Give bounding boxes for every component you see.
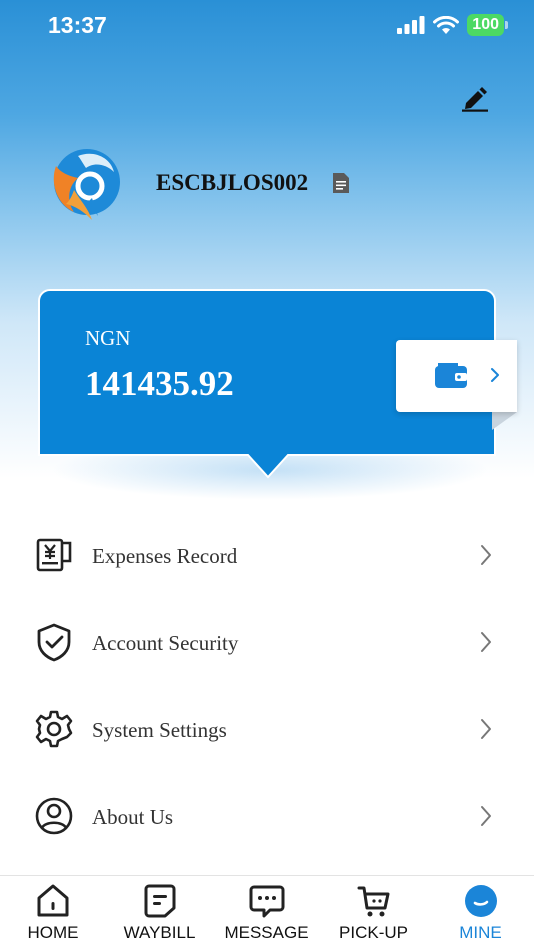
gear-icon: [35, 710, 73, 748]
tab-waybill[interactable]: WAYBILL: [106, 876, 213, 950]
chevron-right-icon: [491, 368, 499, 382]
tab-label-home: HOME: [27, 923, 79, 942]
company-logo-icon: [53, 149, 120, 220]
balance-amount: 141435.92: [85, 364, 234, 403]
menu-label-about-us: About Us: [92, 805, 174, 829]
battery-tip: [505, 21, 508, 29]
pencil-icon: [462, 87, 488, 112]
menu-label-account-security: Account Security: [92, 631, 239, 655]
wallet-icon: [435, 363, 467, 388]
status-icons: 100: [397, 14, 508, 36]
menu-label-system-settings: System Settings: [92, 718, 227, 742]
shield-check-icon: [37, 623, 71, 662]
bottom-tab-bar: HOME WAYBILL MESSAGE PICK-UP MINE: [0, 875, 534, 950]
chevron-right-icon: [481, 719, 491, 739]
chevron-right-icon: [481, 545, 491, 565]
wifi-icon: [433, 15, 460, 34]
battery-indicator: 100: [467, 14, 508, 36]
mine-icon: [464, 885, 497, 917]
home-icon: [37, 884, 69, 917]
receipt-yen-icon: [36, 538, 72, 572]
signal-icon: [397, 16, 425, 34]
menu-item-expenses-record[interactable]: Expenses Record: [0, 511, 534, 598]
tab-label-waybill: WAYBILL: [123, 923, 196, 942]
tab-mine[interactable]: MINE: [427, 876, 534, 950]
chevron-right-icon: [481, 632, 491, 652]
battery-level: 100: [467, 14, 504, 36]
menu-label-expenses-record: Expenses Record: [92, 544, 238, 568]
wallet-button[interactable]: [396, 340, 517, 412]
tab-message[interactable]: MESSAGE: [213, 876, 320, 950]
menu-item-about-us[interactable]: About Us: [0, 772, 534, 859]
menu-item-account-security[interactable]: Account Security: [0, 598, 534, 685]
tab-home[interactable]: HOME: [0, 876, 106, 950]
cart-icon: [357, 886, 389, 917]
tab-label-mine: MINE: [459, 923, 502, 942]
wallet-tab-fold: [492, 412, 517, 430]
status-time: 13:37: [48, 12, 107, 38]
tab-label-message: MESSAGE: [224, 923, 309, 942]
copy-document-icon[interactable]: [331, 172, 351, 194]
edit-profile-button[interactable]: [460, 84, 490, 112]
tab-label-pick-up: PICK-UP: [339, 923, 408, 942]
tab-pick-up[interactable]: PICK-UP: [320, 876, 427, 950]
chevron-right-icon: [481, 806, 491, 826]
waybill-icon: [144, 884, 175, 918]
username: ESCBJLOS002: [156, 170, 309, 195]
person-circle-icon: [35, 797, 73, 835]
menu-item-system-settings[interactable]: System Settings: [0, 685, 534, 772]
avatar: [48, 146, 122, 222]
balance-currency: NGN: [85, 326, 131, 350]
message-icon: [249, 885, 284, 918]
